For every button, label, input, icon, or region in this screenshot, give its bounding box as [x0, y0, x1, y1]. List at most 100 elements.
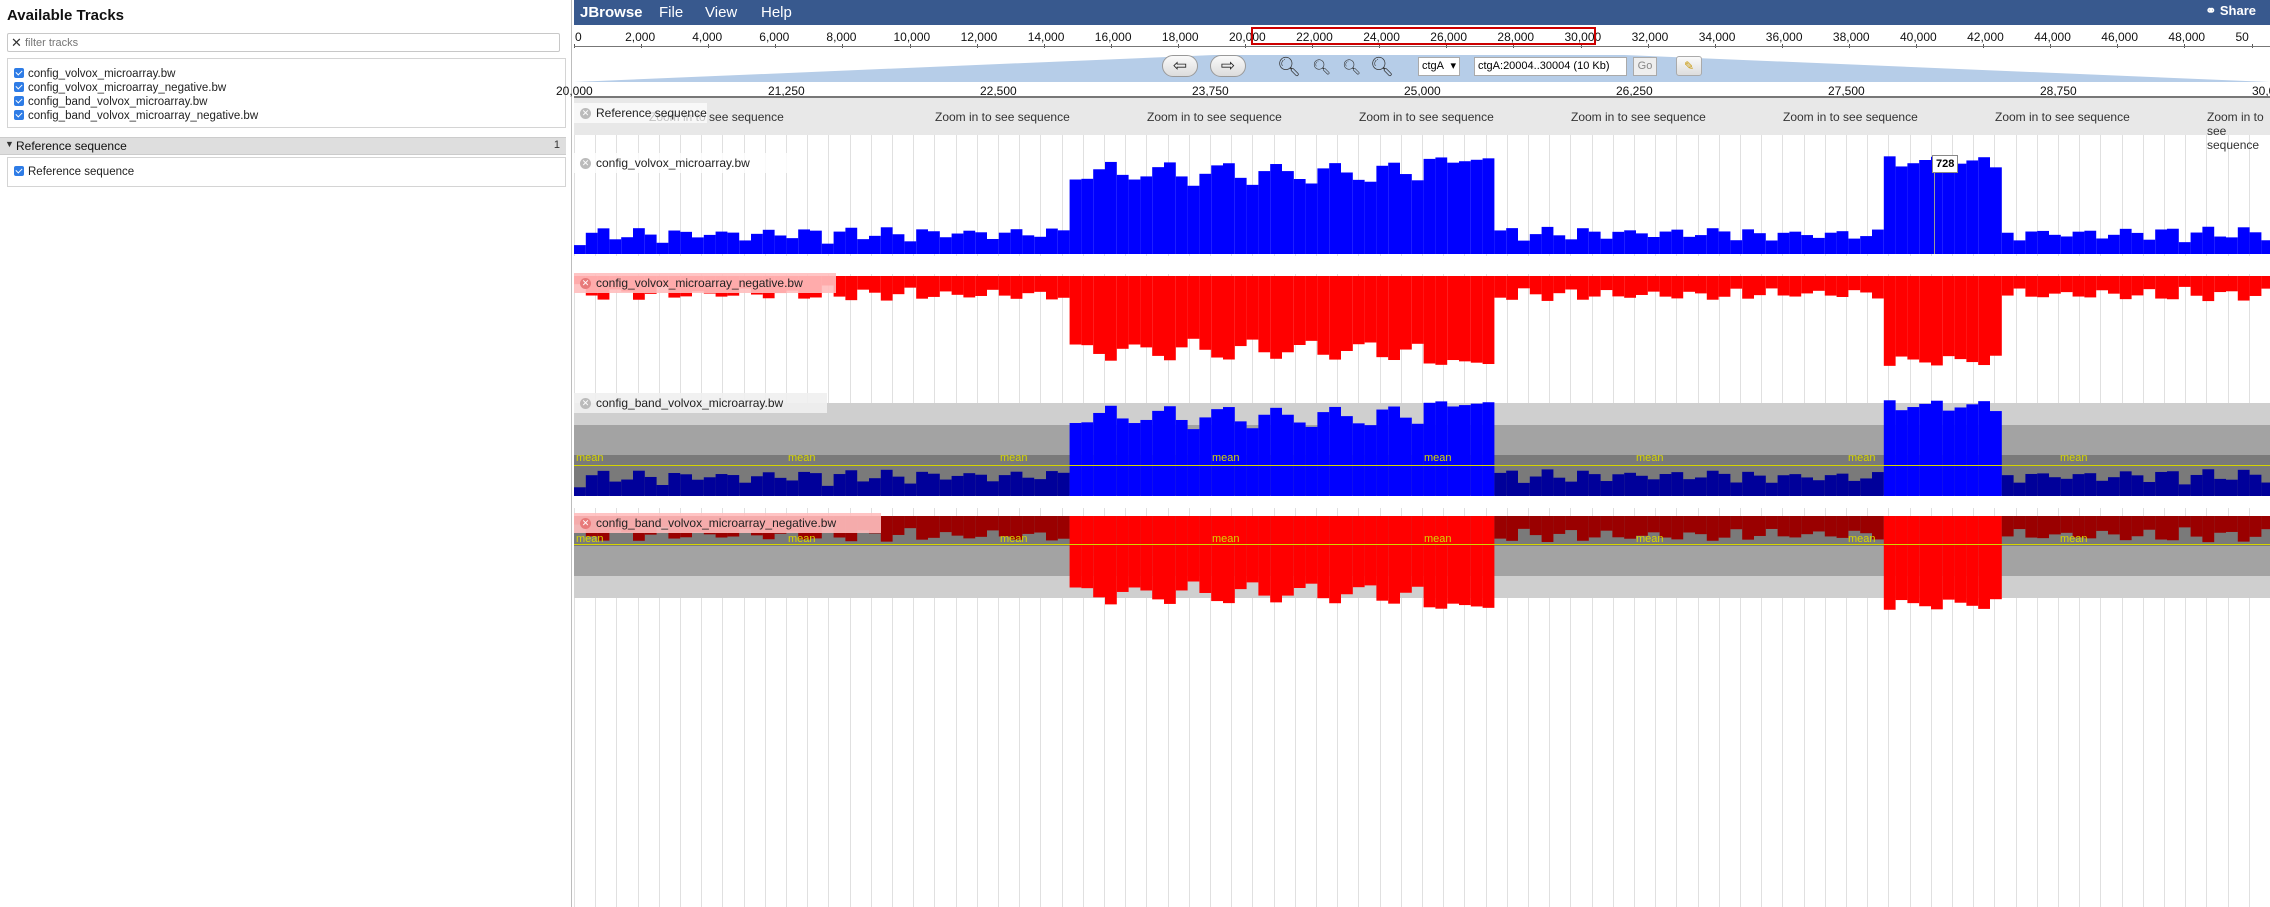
bar-negative — [2237, 276, 2250, 301]
bar-positive — [1388, 162, 1400, 254]
bar-positive — [1765, 240, 1778, 254]
bar-positive — [2226, 237, 2238, 254]
bar-negative — [987, 276, 999, 290]
close-icon[interactable]: ✕ — [580, 278, 591, 289]
bar-negative — [1411, 276, 1424, 344]
bar-positive — [1494, 230, 1507, 254]
checkbox-icon[interactable] — [14, 96, 24, 106]
category-label: Reference sequence — [16, 139, 127, 153]
bar-band — [2049, 477, 2061, 496]
bar-band — [1057, 472, 1070, 496]
bar-band — [1883, 400, 1896, 496]
bar-band-negative — [1282, 516, 1294, 596]
bar-positive — [1695, 235, 1707, 254]
bar-band-negative — [1695, 516, 1707, 535]
bar-positive — [869, 235, 881, 254]
bar-positive — [2167, 228, 2179, 254]
bar-positive — [1175, 176, 1188, 254]
mean-label: mean — [1000, 533, 1028, 545]
bar-negative — [869, 276, 881, 293]
checkbox-icon[interactable] — [14, 68, 24, 78]
overview-scale[interactable]: 0 2,000 4,000 6,000 8,000 10,000 12,000 14,000 1… — [574, 26, 2270, 53]
bar-negative — [1529, 276, 1542, 295]
collapse-triangle-icon[interactable]: ▼ — [5, 139, 14, 149]
menu-file[interactable]: File — [659, 4, 683, 21]
bar-positive — [1223, 163, 1235, 254]
location-input[interactable]: ctgA:20004..30004 (10 Kb) — [1474, 57, 1627, 76]
track-area[interactable]: Zoom in to see sequence Zoom in to see se… — [574, 98, 2270, 907]
bar-band — [1588, 474, 1601, 496]
bar-negative — [1258, 276, 1271, 353]
track-label-microarray-negative[interactable]: ✕ config_volvox_microarray_negative.bw — [574, 273, 836, 293]
bar-negative — [1046, 276, 1058, 300]
bar-positive — [656, 242, 669, 254]
checkbox-icon[interactable] — [14, 166, 24, 176]
track-item[interactable]: config_volvox_microarray_negative.bw — [14, 81, 226, 95]
bar-positive — [1423, 158, 1436, 254]
bar-positive — [1553, 235, 1566, 254]
track-item[interactable]: Reference sequence — [14, 165, 134, 179]
bar-band — [880, 469, 893, 496]
bar-band — [2037, 473, 2049, 496]
bar-positive — [1872, 229, 1884, 254]
bar-negative — [1518, 276, 1530, 289]
menu-view[interactable]: View — [705, 4, 737, 21]
bar-negative — [1872, 276, 1884, 299]
pan-left-button[interactable]: ⇦ — [1162, 55, 1198, 77]
track-item[interactable]: config_band_volvox_microarray_negative.b… — [14, 109, 258, 123]
bar-band-negative — [1411, 516, 1424, 587]
share-button[interactable]: ⚭ Share — [2205, 3, 2256, 19]
track-item[interactable]: config_band_volvox_microarray.bw — [14, 95, 207, 109]
bar-band — [609, 481, 622, 496]
overview-location-box[interactable] — [1251, 27, 1596, 45]
bar-band — [1187, 429, 1200, 496]
mean-label: mean — [1848, 452, 1876, 464]
filter-tracks-field[interactable]: ✕ — [7, 33, 560, 52]
highlight-button[interactable]: ✎ — [1676, 56, 1702, 76]
bar-band-negative — [1234, 516, 1247, 590]
zoom-in-large-icon[interactable]: 🔍︎ — [1370, 55, 1394, 79]
bar-positive — [951, 233, 964, 254]
bar-negative — [1175, 276, 1188, 348]
close-icon[interactable]: ✕ — [580, 518, 591, 529]
bar-band-negative — [2108, 516, 2120, 535]
track-item[interactable]: config_volvox_microarray.bw — [14, 67, 175, 81]
pan-right-button[interactable]: ⇨ — [1210, 55, 1246, 77]
close-icon[interactable]: ✕ — [580, 398, 591, 409]
app-brand[interactable]: JBrowse — [580, 4, 643, 21]
filter-tracks-input[interactable] — [25, 35, 525, 50]
zoom-out-icon[interactable]: 🔍︎ — [1312, 58, 1331, 76]
overview-tick-label: 32,000 — [1631, 30, 1669, 44]
go-button[interactable]: Go — [1633, 57, 1657, 76]
bar-negative — [1057, 276, 1070, 298]
track-label-microarray[interactable]: ✕ config_volvox_microarray.bw — [574, 153, 794, 173]
zoom-in-icon[interactable]: 🔍︎ — [1342, 58, 1361, 76]
wiggle-tracks: mean mean mean mean mean mean mean mean mean mean… — [574, 156, 2270, 610]
bar-band-negative — [2249, 516, 2262, 537]
track-label-band-negative[interactable]: ✕ config_band_volvox_microarray_negative.… — [574, 513, 881, 533]
checkbox-icon[interactable] — [14, 82, 24, 92]
close-icon[interactable]: ✕ — [580, 158, 591, 169]
bar-positive — [2178, 242, 2191, 254]
bar-negative — [1105, 276, 1117, 361]
bar-band — [1671, 472, 1684, 496]
zoom-out-large-icon[interactable]: 🔍︎ — [1277, 55, 1301, 79]
bar-band-negative — [1553, 516, 1566, 534]
bar-band — [1293, 422, 1306, 496]
bar-band-negative — [1305, 516, 1318, 584]
bar-band — [1706, 470, 1719, 496]
reference-select[interactable]: ctgA ▾ — [1418, 57, 1460, 76]
bar-band-negative — [2119, 516, 2132, 541]
bar-positive — [1706, 228, 1719, 254]
category-header[interactable]: ▼ Reference sequence 1 — [0, 137, 566, 155]
bar-negative — [1352, 276, 1365, 345]
bar-band-negative — [2037, 516, 2049, 539]
bar-band — [1895, 410, 1908, 496]
clear-filter-icon[interactable]: ✕ — [11, 35, 22, 51]
bar-band — [1600, 481, 1613, 496]
bar-band — [904, 483, 917, 496]
checkbox-icon[interactable] — [14, 110, 24, 120]
track-label-band[interactable]: ✕ config_band_volvox_microarray.bw — [574, 393, 827, 413]
menu-help[interactable]: Help — [761, 4, 792, 21]
bar-band — [703, 477, 716, 496]
